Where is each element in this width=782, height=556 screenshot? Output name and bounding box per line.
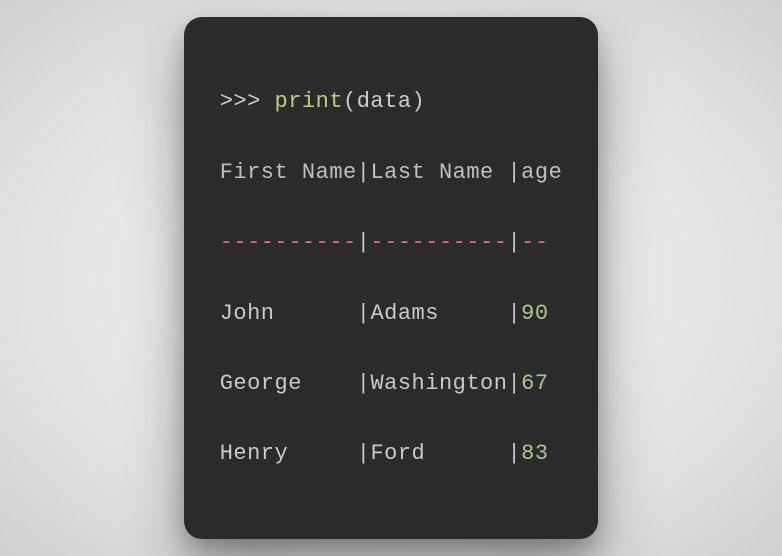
open-paren: ( (343, 89, 357, 114)
cell-last-name: Adams (370, 301, 507, 326)
column-separator: | (357, 301, 371, 326)
table-header-row: First Name|Last Name |age (220, 155, 563, 190)
column-separator: | (507, 301, 521, 326)
column-separator: | (507, 160, 521, 185)
header-last-name: Last Name (370, 160, 507, 185)
cell-age: 90 (521, 301, 548, 326)
cell-age: 83 (521, 441, 548, 466)
table-row: John |Adams |90 (220, 296, 563, 331)
cell-first-name: John (220, 301, 357, 326)
separator-dashes: -- (521, 230, 548, 255)
column-separator: | (357, 441, 371, 466)
function-name: print (275, 89, 344, 114)
command-line: >>> print(data) (220, 84, 563, 119)
cell-age: 67 (521, 371, 548, 396)
column-separator: | (507, 441, 521, 466)
table-row: Henry |Ford |83 (220, 436, 563, 471)
repl-prompt: >>> (220, 89, 275, 114)
terminal-output: >>> print(data) First Name|Last Name |ag… (184, 17, 599, 538)
column-separator: | (507, 371, 521, 396)
column-separator: | (507, 230, 521, 255)
function-argument: data (357, 89, 412, 114)
cell-first-name: George (220, 371, 357, 396)
cell-last-name: Ford (370, 441, 507, 466)
cell-last-name: Washington (370, 371, 507, 396)
header-first-name: First Name (220, 160, 357, 185)
header-age: age (521, 160, 562, 185)
separator-dashes: ---------- (220, 230, 357, 255)
cell-first-name: Henry (220, 441, 357, 466)
column-separator: | (357, 160, 371, 185)
column-separator: | (357, 230, 371, 255)
table-row: George |Washington|67 (220, 366, 563, 401)
close-paren: ) (412, 89, 426, 114)
column-separator: | (357, 371, 371, 396)
table-separator-row: ----------|----------|-- (220, 225, 563, 260)
separator-dashes: ---------- (370, 230, 507, 255)
